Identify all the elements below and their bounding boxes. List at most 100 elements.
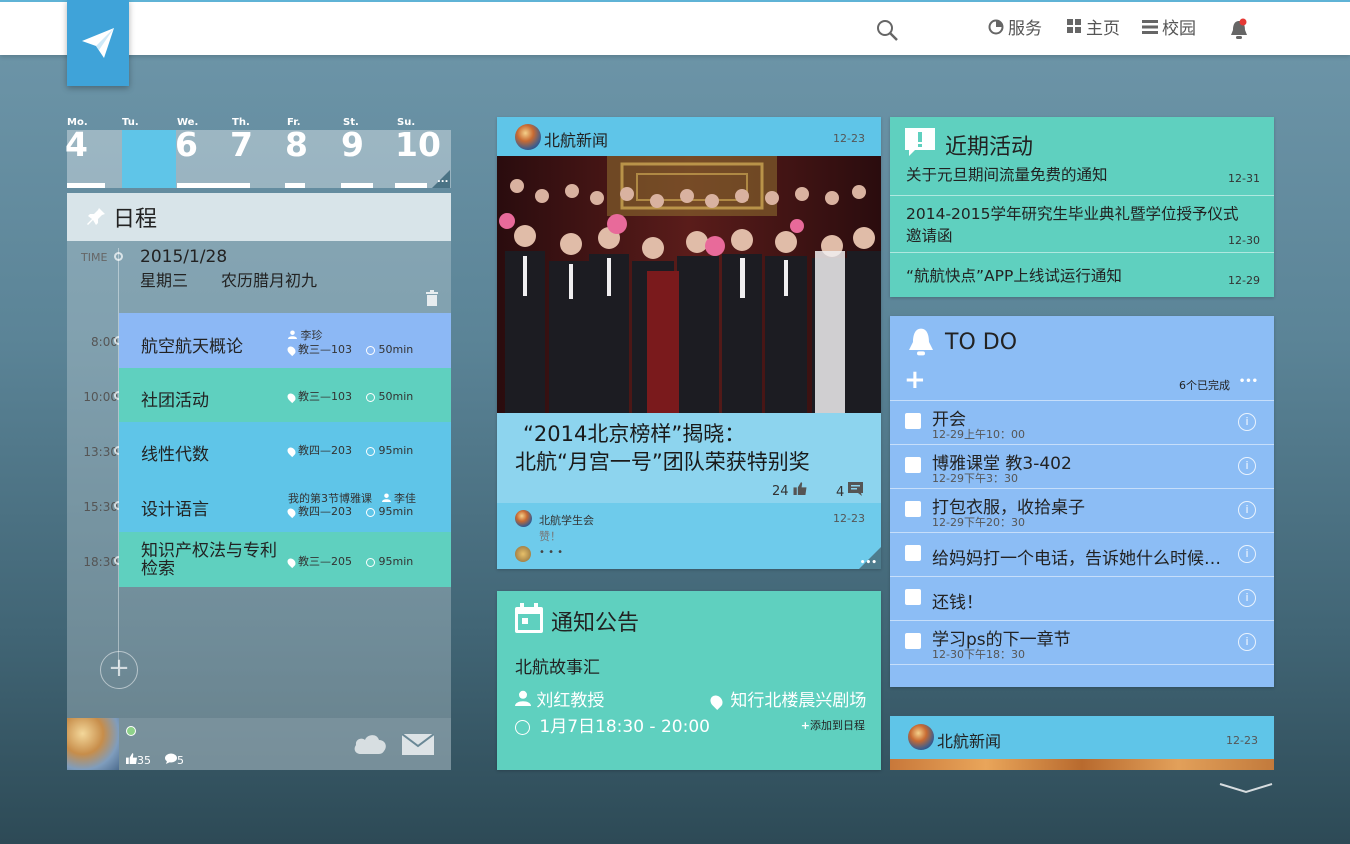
mail-icon[interactable] (402, 734, 434, 755)
app-logo[interactable] (67, 0, 129, 86)
schedule-title: 日程 (113, 207, 158, 232)
clock-icon (365, 392, 375, 402)
todo-item[interactable]: 开会 12-29上午10：00 i (890, 400, 1274, 444)
schedule-event[interactable]: 航空航天概论 李珍 教三—103 50min (119, 313, 451, 368)
week-day[interactable]: Tu. (122, 117, 176, 188)
week-day[interactable]: We. 6 (175, 117, 231, 188)
news-source: 北航新闻 (937, 732, 1002, 751)
event-location: 教四—203 95min (285, 503, 413, 519)
news-source: 北航新闻 (544, 131, 609, 150)
person-icon (381, 493, 391, 502)
calendar-icon (515, 603, 543, 633)
event-name: 线性代数 (141, 445, 209, 465)
news-comment-button[interactable]: 4 (836, 482, 864, 500)
news-photo-strip (890, 759, 1274, 770)
clock-icon (365, 507, 375, 517)
activities-title: 近期活动 (945, 135, 1034, 160)
schedule-date: 2015/1/28 (140, 247, 228, 267)
todo-item[interactable]: 还钱！ i (890, 576, 1274, 620)
location-icon (285, 344, 298, 356)
news-title[interactable]: “2014北京榜样”揭晓： 北航“月宫一号”团队荣获特别奖 (515, 420, 870, 476)
event-name: 设计语言 (141, 500, 209, 520)
event-name: 社团活动 (141, 391, 209, 411)
info-icon[interactable]: i (1238, 413, 1256, 431)
commenter-name: 北航学生会 (539, 514, 594, 527)
schedule-event[interactable]: 知识产权法与专利检索 教三—205 95min (119, 532, 451, 587)
week-more-icon[interactable]: ... (437, 174, 448, 185)
schedule-event[interactable]: 社团活动 教三—103 50min (119, 368, 451, 423)
todo-checkbox[interactable] (905, 633, 921, 649)
nav-campus[interactable]: 校园 (1142, 14, 1196, 39)
pushpin-icon (87, 208, 105, 225)
commenter-avatar (515, 546, 531, 562)
news-date: 12-23 (1226, 734, 1258, 747)
user-avatar[interactable] (67, 718, 119, 770)
activity-date: 12-31 (1228, 172, 1260, 185)
schedule-event[interactable]: 线性代数 教四—203 95min (119, 422, 451, 477)
todo-checkbox[interactable] (905, 501, 921, 517)
news-photo[interactable] (497, 156, 881, 413)
info-icon[interactable]: i (1238, 545, 1256, 563)
add-to-schedule-button[interactable]: +添加到日程 (801, 717, 865, 733)
week-strip: Mo. 4 Tu. We. 6 Th. 7 Fr. 8 St. 9 Su. 10 (65, 117, 451, 188)
nav-service[interactable]: 服务 (988, 14, 1042, 39)
online-status-dot (126, 726, 136, 736)
week-day[interactable]: Mo. 4 (65, 117, 121, 188)
cloud-icon[interactable] (353, 732, 387, 754)
todo-checkbox[interactable] (905, 589, 921, 605)
news-more-icon[interactable]: ••• (860, 558, 877, 568)
notice-card[interactable]: 通知公告 北航故事汇 刘红教授 知行北楼晨兴剧场 1月7日18:30 - 20:… (497, 591, 881, 770)
todo-item[interactable]: 学习ps的下一章节 12-30下午18：30 i (890, 620, 1274, 664)
info-icon[interactable]: i (1238, 501, 1256, 519)
search-icon[interactable] (875, 18, 899, 46)
week-day[interactable]: Th. 7 (230, 117, 286, 188)
divider (890, 195, 1274, 196)
trash-icon[interactable] (425, 290, 439, 306)
todo-checkbox[interactable] (905, 545, 921, 561)
location-icon (285, 445, 298, 457)
event-time: 18:30 (83, 555, 118, 569)
like-count[interactable]: 35 (126, 753, 151, 767)
todo-checkbox[interactable] (905, 413, 921, 429)
event-location: 教三—103 50min (285, 388, 413, 404)
nav-service-label: 服务 (1008, 19, 1042, 39)
activity-item[interactable]: 关于元旦期间流量免费的通知 (906, 164, 1258, 186)
todo-item-title: 还钱！ (932, 593, 983, 613)
chevron-down-icon[interactable] (1219, 782, 1273, 794)
comment-count[interactable]: 5 (165, 753, 184, 767)
notice-subtitle: 北航故事汇 (515, 658, 600, 678)
info-icon[interactable]: i (1238, 589, 1256, 607)
todo-checkbox[interactable] (905, 457, 921, 473)
completed-count[interactable]: 6个已完成 (1179, 377, 1230, 393)
clock-icon (365, 446, 375, 456)
week-day[interactable]: Fr. 8 (285, 117, 341, 188)
schedule-event[interactable]: 设计语言 我的第3节博雅课 李佳 教四—203 95min (119, 477, 451, 532)
nav-campus-label: 校园 (1162, 19, 1196, 39)
todo-item-time: 12-30下午18：30 (932, 648, 1025, 661)
info-icon[interactable]: i (1238, 633, 1256, 651)
todo-item[interactable]: 给妈妈打一个电话，告诉她什么时候回家 i (890, 532, 1274, 576)
info-icon[interactable]: i (1238, 457, 1256, 475)
news-card-2[interactable]: 北航新闻 12-23 (890, 716, 1274, 770)
nav-home[interactable]: 主页 (1067, 14, 1120, 39)
news-like-button[interactable]: 24 (772, 482, 807, 499)
notification-bell-icon[interactable] (1227, 18, 1251, 46)
more-comments[interactable]: • • • (539, 547, 563, 558)
news-date: 12-23 (833, 132, 865, 145)
todo-more-icon[interactable]: ••• (1239, 376, 1258, 387)
activity-date: 12-30 (1228, 234, 1260, 247)
add-event-button[interactable]: + (100, 651, 138, 689)
todo-item[interactable]: 打包衣服，收拾桌子 12-29下午20：30 i (890, 488, 1274, 532)
week-day-bar (285, 183, 305, 188)
todo-item-time: 12-29上午10：00 (932, 428, 1025, 441)
person-icon (515, 690, 531, 706)
news-card[interactable]: 北航新闻 12-23 “2014北京榜样”揭晓： 北航“月宫一号”团队荣获特别奖… (497, 117, 881, 569)
week-day[interactable]: St. 9 (341, 117, 397, 188)
todo-item[interactable]: 博雅课堂 教3-402 12-29下午3：30 i (890, 444, 1274, 488)
add-todo-button[interactable]: + (904, 367, 926, 393)
award-ceremony-photo (497, 156, 881, 413)
schedule-date-row: TIME 2015/1/28 星期三 农历腊月初九 (67, 241, 451, 313)
activity-item[interactable]: 2014-2015学年研究生毕业典礼暨学位授予仪式邀请函 (906, 203, 1241, 247)
bell-icon (909, 328, 933, 356)
activity-item[interactable]: “航航快点”APP上线试运行通知 (906, 265, 1258, 287)
